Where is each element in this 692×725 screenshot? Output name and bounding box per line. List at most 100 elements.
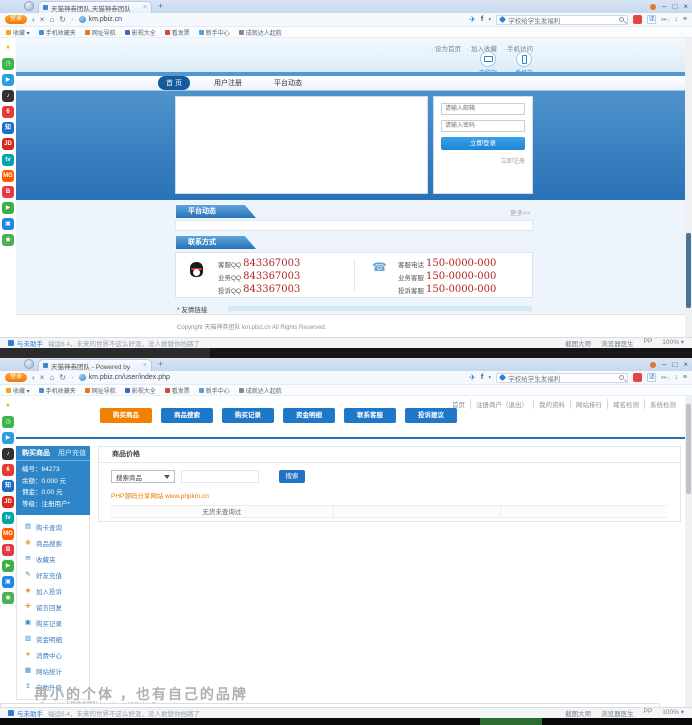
send-icon[interactable]: ✈ xyxy=(469,373,476,382)
action-button[interactable]: 购买记录 xyxy=(222,408,274,423)
shortcut-icon[interactable]: 知 xyxy=(2,480,14,492)
sidebar-menu-item[interactable]: ✉ 收藏夹 xyxy=(17,551,89,567)
shortcut-icon[interactable]: ◉ xyxy=(2,592,14,604)
action-button[interactable]: 联系客服 xyxy=(344,408,396,423)
account-link[interactable]: 我的资料 xyxy=(533,399,570,409)
menu-icon[interactable]: ≡ xyxy=(683,16,687,23)
nav-tab[interactable]: 平台动态 xyxy=(266,76,310,90)
close-button[interactable]: × xyxy=(683,0,688,13)
assistant-label[interactable]: 与未助手 xyxy=(17,338,43,348)
address-bar[interactable]: km.pbiz.cn xyxy=(79,16,229,23)
shortcut-icon[interactable]: 6 xyxy=(2,106,14,118)
tab-buy-goods[interactable]: 购买商品 xyxy=(22,448,50,458)
tab-recharge[interactable]: 用户充值 xyxy=(58,448,86,458)
search-icon[interactable] xyxy=(619,17,624,22)
shortcut-icon[interactable]: ★ xyxy=(2,400,14,412)
nav-dropdown-icon[interactable]: · xyxy=(71,13,74,27)
search-input[interactable]: 学校给学生发福利 xyxy=(496,15,628,25)
status-tool-item[interactable]: 截图大师 xyxy=(565,338,591,348)
chevron-down-icon[interactable]: ▾ xyxy=(488,16,491,23)
scrollbar-thumb[interactable] xyxy=(686,404,691,494)
send-icon[interactable]: ✈ xyxy=(469,15,476,24)
minimize-button[interactable]: − xyxy=(662,0,667,13)
banner-slider[interactable] xyxy=(175,96,428,194)
shortcut-icon[interactable]: ◷ xyxy=(2,58,14,70)
shortcut-icon[interactable]: tv xyxy=(2,154,14,166)
nav-tab[interactable]: 用户注册 xyxy=(206,76,250,90)
account-link[interactable]: 域名检测 xyxy=(607,399,644,409)
bookmark-item[interactable]: 影视大全 xyxy=(125,386,156,395)
translate-icon[interactable]: 译 xyxy=(647,15,656,24)
browser-tab[interactable]: 天猫神券团队 - Powered by × xyxy=(38,359,152,371)
browser-tab[interactable]: 天猫神券团队,天猫神券团队 × xyxy=(38,1,152,13)
chevron-down-icon[interactable]: ▾ xyxy=(488,374,491,381)
new-tab-button[interactable]: + xyxy=(158,1,163,12)
shortcut-icon[interactable]: ♪ xyxy=(2,90,14,102)
home-icon[interactable]: ⌂ xyxy=(49,371,54,385)
scrollbar[interactable] xyxy=(685,396,692,707)
register-link[interactable]: 立即注册 xyxy=(441,156,525,165)
nav-tab[interactable]: 首 页 xyxy=(158,76,190,90)
shortcut-icon[interactable]: ▣ xyxy=(2,218,14,230)
status-tool-item[interactable]: 浏览器医生 xyxy=(601,708,634,718)
bookmark-item[interactable]: 看发票 xyxy=(165,28,190,37)
screenshot-icon[interactable]: ✂· xyxy=(661,16,669,24)
shortcut-icon[interactable]: JD xyxy=(2,138,14,150)
sidebar-menu-item[interactable]: ★ 消费中心 xyxy=(17,647,89,663)
sidebar-menu-item[interactable]: ▣ 购买记录 xyxy=(17,615,89,631)
shortcut-icon[interactable]: ★ xyxy=(2,42,14,54)
product-select[interactable]: 搜索商品 xyxy=(111,470,175,483)
shortcut-icon[interactable]: ▶ xyxy=(2,74,14,86)
quick-link[interactable]: · 设为首页 xyxy=(431,43,461,53)
more-link[interactable]: 更多>> xyxy=(510,207,531,217)
bookmark-item[interactable]: 网址导航 xyxy=(85,386,116,395)
login-pill-button[interactable]: 登录 xyxy=(5,373,27,382)
extension-icon[interactable] xyxy=(633,373,642,382)
shortcut-icon[interactable]: MG xyxy=(2,170,14,182)
action-button[interactable]: 投诉建议 xyxy=(405,408,457,423)
screenshot-icon[interactable]: ✂· xyxy=(661,374,669,382)
shortcut-icon[interactable]: ▶ xyxy=(2,432,14,444)
shortcut-icon[interactable]: JD xyxy=(2,496,14,508)
bookmark-item[interactable]: 手机收藏夹 xyxy=(39,28,76,37)
tab-close-icon[interactable]: × xyxy=(143,362,147,369)
speed-mode-icon[interactable] xyxy=(650,362,656,368)
bookmark-item[interactable]: 收藏 ▾ xyxy=(6,28,30,37)
back-icon[interactable]: ‹ xyxy=(32,371,35,385)
status-tool-item[interactable]: PP xyxy=(644,708,653,718)
maximize-button[interactable]: □ xyxy=(672,0,677,13)
bookmark-item[interactable]: 网址导航 xyxy=(85,28,116,37)
refresh-icon[interactable]: ↻ xyxy=(59,13,66,27)
search-submit-button[interactable]: 搜索 xyxy=(279,470,305,483)
bookmark-item[interactable]: 成就达人起航 xyxy=(239,386,282,395)
action-button[interactable]: 购买商品 xyxy=(100,408,152,423)
assistant-label[interactable]: 与未助手 xyxy=(17,708,43,718)
bookmark-item[interactable]: 手机收藏夹 xyxy=(39,386,76,395)
promo-link[interactable]: PHP源码分享网站 www.phpkm.cn xyxy=(111,490,668,500)
address-bar[interactable]: km.pbiz.cn/user/index.php xyxy=(79,374,229,381)
sidebar-menu-item[interactable]: ▥ 资金明细 xyxy=(17,631,89,647)
forward-icon[interactable]: × xyxy=(40,13,45,27)
refresh-icon[interactable]: ↻ xyxy=(59,371,66,385)
account-link[interactable]: 系统检测 xyxy=(644,399,681,409)
shortcut-icon[interactable]: MG xyxy=(2,528,14,540)
forward-icon[interactable]: × xyxy=(40,371,45,385)
status-tool-item[interactable]: PP xyxy=(644,338,653,348)
back-icon[interactable]: ‹ xyxy=(32,13,35,27)
shortcut-icon[interactable]: ◷ xyxy=(2,416,14,428)
shortcut-icon[interactable]: 6 xyxy=(2,464,14,476)
download-icon[interactable]: ↓ xyxy=(674,374,678,381)
shortcut-icon[interactable]: ◉ xyxy=(2,234,14,246)
bookmark-item[interactable]: 收藏 ▾ xyxy=(6,386,30,395)
product-search-input[interactable] xyxy=(181,470,259,483)
tab-close-icon[interactable]: × xyxy=(143,4,147,11)
home-icon[interactable]: ⌂ xyxy=(49,13,54,27)
status-tool-item[interactable]: 100% ▾ xyxy=(662,338,684,348)
user-avatar[interactable] xyxy=(24,359,34,369)
bookmark-item[interactable]: 成就达人起航 xyxy=(239,28,282,37)
bookmark-item[interactable]: 新手中心 xyxy=(199,28,230,37)
bookmark-item[interactable]: 看发票 xyxy=(165,386,190,395)
minimize-button[interactable]: − xyxy=(662,358,667,371)
login-button[interactable]: 立即登录 xyxy=(441,137,525,150)
password-field[interactable] xyxy=(441,120,525,132)
